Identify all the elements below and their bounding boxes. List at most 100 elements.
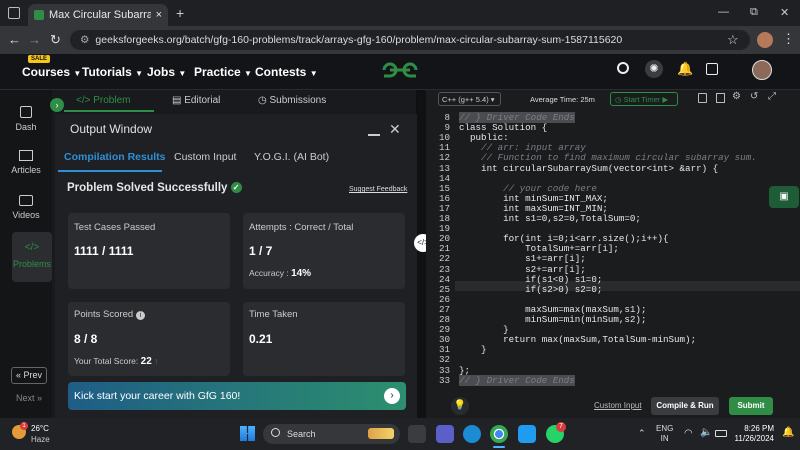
tray-chevron-up-icon[interactable]: ⌃ xyxy=(638,428,646,439)
tab-list-icon[interactable] xyxy=(8,7,20,19)
nav-contests[interactable]: Contests ▼ xyxy=(255,65,318,79)
chat-floating-button[interactable]: ▣ xyxy=(769,186,799,208)
gfg160-banner[interactable]: Kick start your career with GfG 160! › xyxy=(68,382,406,410)
notification-bell-icon[interactable]: 🔔 xyxy=(782,427,794,438)
tab-problem[interactable]: </> Problem xyxy=(76,95,131,106)
nav-jobs[interactable]: Jobs ▼ xyxy=(147,65,186,79)
line-number: 33 xyxy=(438,374,450,386)
search-highlight-icon xyxy=(368,428,394,439)
chevron-down-icon: ▼ xyxy=(244,69,252,78)
clock[interactable]: 8:26 PM 11/26/2024 xyxy=(732,424,774,444)
points-label: Points Scored i xyxy=(74,309,145,320)
tab-custom-input[interactable]: Custom Input xyxy=(174,151,236,163)
gfg-logo[interactable] xyxy=(380,60,420,80)
edge-icon[interactable] xyxy=(463,425,481,443)
chrome-icon[interactable] xyxy=(490,425,508,443)
widgets-icon[interactable] xyxy=(408,425,426,443)
forward-icon[interactable]: → xyxy=(28,32,41,47)
language-select[interactable]: C++ (g++ 5.4) ▾ xyxy=(438,92,501,106)
clock-icon: ◷ xyxy=(258,95,270,106)
info-icon[interactable]: i xyxy=(135,311,145,320)
close-window-button[interactable]: ✕ xyxy=(780,6,789,19)
browser-tab[interactable]: Max Circular Subarray Sum | Pr... × xyxy=(28,4,168,26)
minimize-output-button[interactable] xyxy=(368,134,380,136)
compile-run-button[interactable]: Compile & Run xyxy=(651,397,719,415)
panel-divider[interactable] xyxy=(417,90,426,418)
code-line: // } Driver Code Ends xyxy=(459,374,575,386)
test-cases-value: 1111 / 1111 xyxy=(74,244,134,258)
copy-icon[interactable] xyxy=(698,93,707,103)
volume-icon[interactable]: 🔈 xyxy=(700,427,712,438)
reload-icon[interactable]: ↻ xyxy=(50,32,61,48)
weather-temp: 26°C xyxy=(31,424,49,433)
teams-icon[interactable] xyxy=(436,425,454,443)
average-time: Average Time: 25m xyxy=(530,95,595,104)
tab-compilation-results[interactable]: Compilation Results xyxy=(64,151,166,163)
chevron-down-icon: ▼ xyxy=(309,69,318,78)
tab-editorial[interactable]: ▤ Editorial xyxy=(172,95,220,106)
minimize-button[interactable]: — xyxy=(718,6,729,18)
fullscreen-icon[interactable]: ⤢ xyxy=(768,91,776,102)
tab-yogi-bot[interactable]: Y.O.G.I. (AI Bot) xyxy=(254,151,329,163)
nav-practice[interactable]: Practice ▼ xyxy=(194,65,252,79)
collapse-button[interactable]: › xyxy=(50,98,64,112)
battery-icon[interactable] xyxy=(715,430,727,437)
dashboard-icon xyxy=(20,106,32,118)
custom-input-link[interactable]: Custom Input xyxy=(594,401,642,410)
rail-label: Articles xyxy=(11,165,41,175)
play-icon: ▶ xyxy=(662,95,669,104)
nav-courses[interactable]: Courses ▼ xyxy=(22,65,81,79)
code-icon: </> xyxy=(24,242,40,253)
vscode-icon[interactable] xyxy=(518,425,536,443)
tab-close-icon[interactable]: × xyxy=(156,9,162,21)
search-icon xyxy=(271,428,280,437)
rail-item-articles[interactable]: Articles xyxy=(6,150,46,198)
check-circle-icon: ✓ xyxy=(230,182,242,194)
chevron-down-icon: ▼ xyxy=(178,69,187,78)
nav-tutorials[interactable]: Tutorials ▼ xyxy=(82,65,143,79)
suggest-feedback-link[interactable]: Suggest Feedback xyxy=(349,186,407,193)
url-text: geeksforgeeks.org/batch/gfg-160-problems… xyxy=(95,34,623,46)
video-icon xyxy=(19,195,33,206)
chevron-down-icon: ▼ xyxy=(73,69,82,78)
restore-button[interactable]: ⧉ xyxy=(750,6,758,19)
weather-badge: 1 xyxy=(20,422,28,430)
rail-label: Problems xyxy=(12,259,51,269)
url-bar[interactable]: ⚙ geeksforgeeks.org/batch/gfg-160-proble… xyxy=(70,30,750,50)
prev-button[interactable]: « Prev xyxy=(11,367,47,384)
chevron-down-icon: ▾ xyxy=(490,95,495,104)
bookmark-star-icon[interactable]: ☆ xyxy=(727,32,739,48)
translate-icon[interactable] xyxy=(706,63,718,75)
back-icon[interactable]: ← xyxy=(8,32,21,47)
tab-problem-underline xyxy=(64,110,154,112)
weather-widget[interactable]: 1 26°C Haze xyxy=(12,422,60,446)
next-button[interactable]: Next » xyxy=(11,391,47,408)
profile-avatar[interactable] xyxy=(757,32,773,48)
rail-item-problems[interactable]: </> Problems xyxy=(12,232,52,282)
menu-kebab-icon[interactable]: ⋮ xyxy=(782,31,795,47)
submit-button[interactable]: Submit xyxy=(729,397,773,415)
windows-taskbar xyxy=(0,418,800,450)
language-indicator[interactable]: ENG IN xyxy=(656,424,673,444)
rail-label: Videos xyxy=(12,210,40,220)
taskbar-search[interactable]: Search xyxy=(263,424,400,444)
site-info-icon[interactable]: ⚙ xyxy=(80,34,89,46)
reset-icon[interactable]: ↺ xyxy=(750,91,758,102)
bulb-icon[interactable]: 💡 xyxy=(451,397,469,415)
test-cases-label: Test Cases Passed xyxy=(74,222,156,233)
paste-icon[interactable] xyxy=(716,93,725,103)
theme-toggle-icon[interactable]: ✺ xyxy=(645,60,663,78)
close-output-button[interactable]: ✕ xyxy=(389,121,401,138)
new-tab-button[interactable]: + xyxy=(176,5,184,21)
arrow-right-icon[interactable]: › xyxy=(384,388,400,404)
code-line: } xyxy=(459,344,487,356)
settings-gear-icon[interactable]: ⚙ xyxy=(732,91,741,102)
wifi-icon[interactable]: ◠ xyxy=(684,428,693,439)
user-avatar[interactable] xyxy=(752,60,772,80)
tab-submissions[interactable]: ◷ Submissions xyxy=(258,95,326,106)
rail-item-dash[interactable]: Dash xyxy=(6,106,46,154)
notifications-bell-icon[interactable]: 🔔 xyxy=(677,61,693,77)
search-icon[interactable] xyxy=(617,62,629,74)
start-timer-button[interactable]: ◷ Start Timer ▶ xyxy=(610,92,678,106)
whatsapp-badge: 7 xyxy=(556,422,566,432)
